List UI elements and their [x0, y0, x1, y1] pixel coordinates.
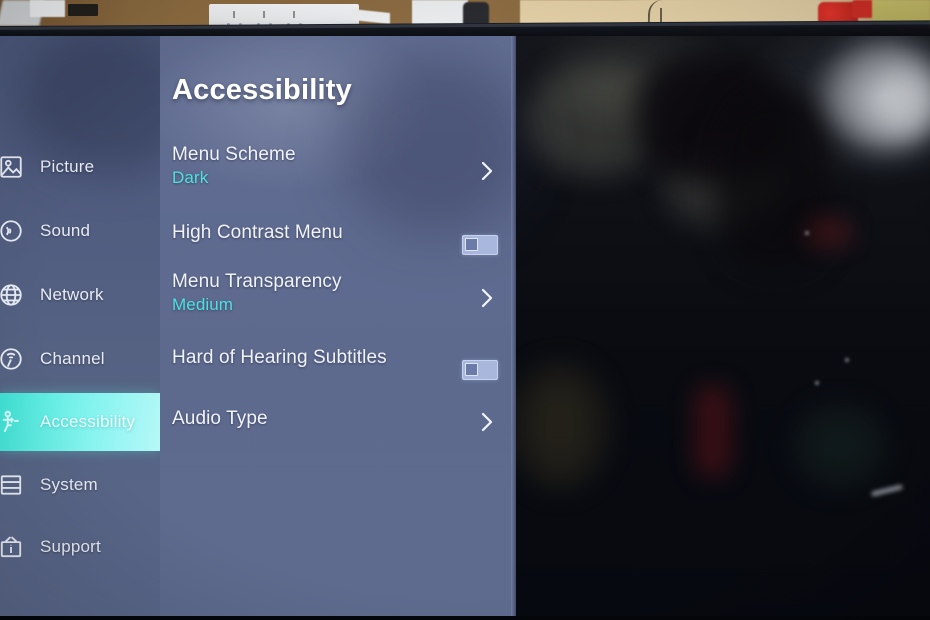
hard-of-hearing-subtitles-toggle[interactable]: [462, 360, 498, 380]
chevron-right-icon[interactable]: [480, 160, 494, 182]
setting-label: Menu Transparency: [172, 271, 342, 292]
reflection-green: [795, 406, 885, 486]
sidebar-item-channel[interactable]: Channel: [0, 330, 160, 388]
shelf-white-object-2: [30, 0, 65, 17]
sidebar-item-picture[interactable]: Picture: [0, 138, 160, 196]
accessibility-icon: [0, 405, 28, 439]
setting-row-hard-of-hearing-subtitles[interactable]: Hard of Hearing Subtitles: [160, 347, 516, 387]
reflection-spark-2: [815, 381, 819, 385]
system-icon: [0, 468, 28, 502]
reflection-spark-3: [805, 231, 809, 235]
settings-sidebar: Picture Sound Network Channel Accessibil…: [0, 36, 198, 620]
high-contrast-menu-toggle[interactable]: [462, 235, 498, 255]
sidebar-item-label: Sound: [40, 221, 91, 240]
support-icon: [0, 530, 28, 564]
sidebar-item-support[interactable]: Support: [0, 518, 160, 576]
sidebar-item-accessibility[interactable]: Accessibility: [0, 393, 160, 451]
settings-menu-overlay: Picture Sound Network Channel Accessibil…: [0, 36, 530, 620]
sidebar-item-label: Channel: [40, 349, 105, 368]
panel-right-edge: [511, 36, 516, 620]
sidebar-item-sound[interactable]: Sound: [0, 202, 160, 260]
sidebar-item-label: Support: [40, 537, 101, 556]
tv-bottom-bezel: [0, 616, 930, 620]
video-content-area: [515, 36, 930, 620]
sidebar-item-network[interactable]: Network: [0, 266, 160, 324]
setting-row-menu-transparency[interactable]: Menu Transparency Medium: [160, 271, 516, 327]
reflection-yellow: [515, 366, 605, 486]
reflection-red-2: [805, 216, 855, 250]
setting-label: Menu Scheme: [172, 144, 296, 165]
page-title: Accessibility: [172, 74, 352, 106]
setting-row-menu-scheme[interactable]: Menu Scheme Dark: [160, 144, 516, 200]
chevron-right-icon[interactable]: [480, 411, 494, 433]
reflection-spark-1: [845, 358, 849, 362]
picture-icon: [0, 150, 28, 184]
reflection-glare-2: [867, 66, 930, 136]
setting-label: Audio Type: [172, 408, 268, 429]
reflection-red: [695, 386, 731, 476]
chevron-right-icon[interactable]: [480, 287, 494, 309]
network-icon: [0, 278, 28, 312]
sidebar-item-label: Accessibility: [40, 412, 136, 431]
setting-value: Dark: [172, 168, 209, 187]
shelf-dark-object: [68, 4, 98, 16]
tv-settings-screenshot: Picture Sound Network Channel Accessibil…: [0, 0, 930, 620]
sound-icon: [0, 214, 28, 248]
sidebar-item-label: Picture: [40, 157, 95, 176]
reflection-streak: [870, 484, 904, 497]
sidebar-item-label: Network: [40, 285, 104, 304]
channel-icon: [0, 342, 28, 376]
toggle-knob: [465, 363, 478, 376]
sidebar-item-label: System: [40, 475, 98, 494]
setting-value: Medium: [172, 295, 234, 314]
setting-row-audio-type[interactable]: Audio Type: [160, 408, 516, 454]
tv-screen: Picture Sound Network Channel Accessibil…: [0, 36, 930, 620]
settings-content-panel: [160, 36, 530, 620]
toggle-knob: [465, 238, 478, 251]
setting-row-high-contrast-menu[interactable]: High Contrast Menu: [160, 222, 516, 262]
red-object-2: [852, 0, 874, 18]
sidebar-item-system[interactable]: System: [0, 456, 160, 514]
